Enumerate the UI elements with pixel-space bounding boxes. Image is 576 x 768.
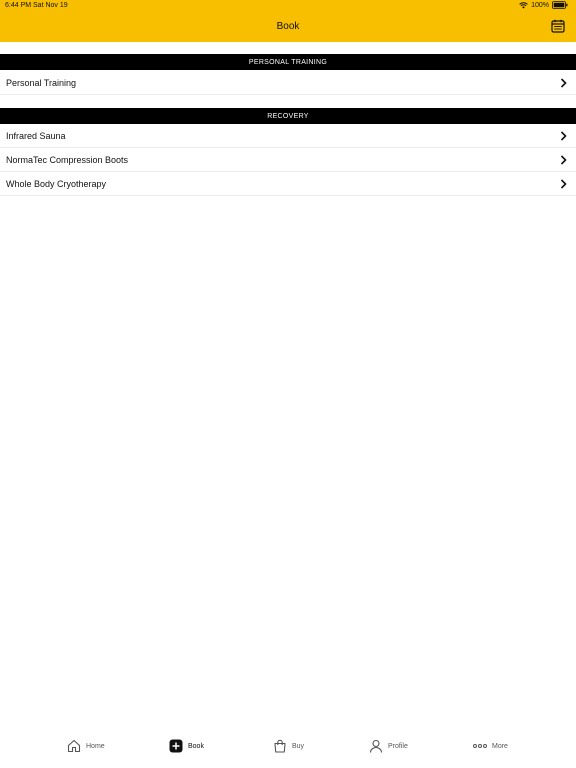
book-screen: 6:44 PM Sat Nov 19 100% Book PERSONAL TR… bbox=[0, 0, 576, 768]
section-header-personal-training: PERSONAL TRAINING bbox=[0, 54, 576, 70]
tab-book[interactable]: Book bbox=[169, 738, 204, 754]
battery-percent: 100% bbox=[531, 1, 549, 9]
list-item-normatec-boots[interactable]: NormaTec Compression Boots bbox=[0, 148, 576, 172]
plus-square-icon bbox=[169, 739, 183, 753]
tab-label: More bbox=[492, 742, 508, 750]
tab-label: Home bbox=[86, 742, 105, 750]
list-item-personal-training[interactable]: Personal Training bbox=[0, 71, 576, 95]
header: 6:44 PM Sat Nov 19 100% Book bbox=[0, 0, 576, 42]
home-icon bbox=[67, 739, 81, 753]
status-indicators: 100% bbox=[519, 1, 568, 9]
tab-home[interactable]: Home bbox=[67, 738, 105, 754]
list-item-label: Infrared Sauna bbox=[6, 130, 66, 141]
tab-more[interactable]: More bbox=[473, 738, 508, 754]
more-dots-icon bbox=[473, 744, 487, 748]
calendar-button[interactable] bbox=[550, 18, 566, 34]
person-icon bbox=[369, 739, 383, 753]
chevron-right-icon bbox=[560, 78, 567, 88]
list-item-label: Whole Body Cryotherapy bbox=[6, 178, 107, 189]
status-time: 6:44 PM Sat Nov 19 bbox=[5, 2, 68, 9]
page-title: Book bbox=[276, 21, 300, 32]
tab-label: Book bbox=[188, 742, 204, 750]
list-item-cryotherapy[interactable]: Whole Body Cryotherapy bbox=[0, 172, 576, 196]
tab-buy[interactable]: Buy bbox=[273, 738, 304, 754]
tab-bar: Home Book Buy Profile More bbox=[0, 730, 576, 768]
chevron-right-icon bbox=[560, 131, 567, 141]
wifi-icon bbox=[519, 1, 528, 9]
section-header-recovery: RECOVERY bbox=[0, 108, 576, 124]
chevron-right-icon bbox=[560, 155, 567, 165]
tab-label: Profile bbox=[388, 742, 408, 750]
calendar-icon bbox=[551, 19, 565, 33]
shopping-bag-icon bbox=[274, 739, 286, 753]
list-item-label: NormaTec Compression Boots bbox=[6, 154, 129, 165]
battery-icon bbox=[552, 1, 568, 9]
tab-profile[interactable]: Profile bbox=[369, 738, 408, 754]
list-item-infrared-sauna[interactable]: Infrared Sauna bbox=[0, 124, 576, 148]
chevron-right-icon bbox=[560, 179, 567, 189]
list-item-label: Personal Training bbox=[6, 77, 77, 88]
tab-label: Buy bbox=[292, 742, 305, 750]
status-bar: 6:44 PM Sat Nov 19 100% bbox=[0, 0, 576, 12]
